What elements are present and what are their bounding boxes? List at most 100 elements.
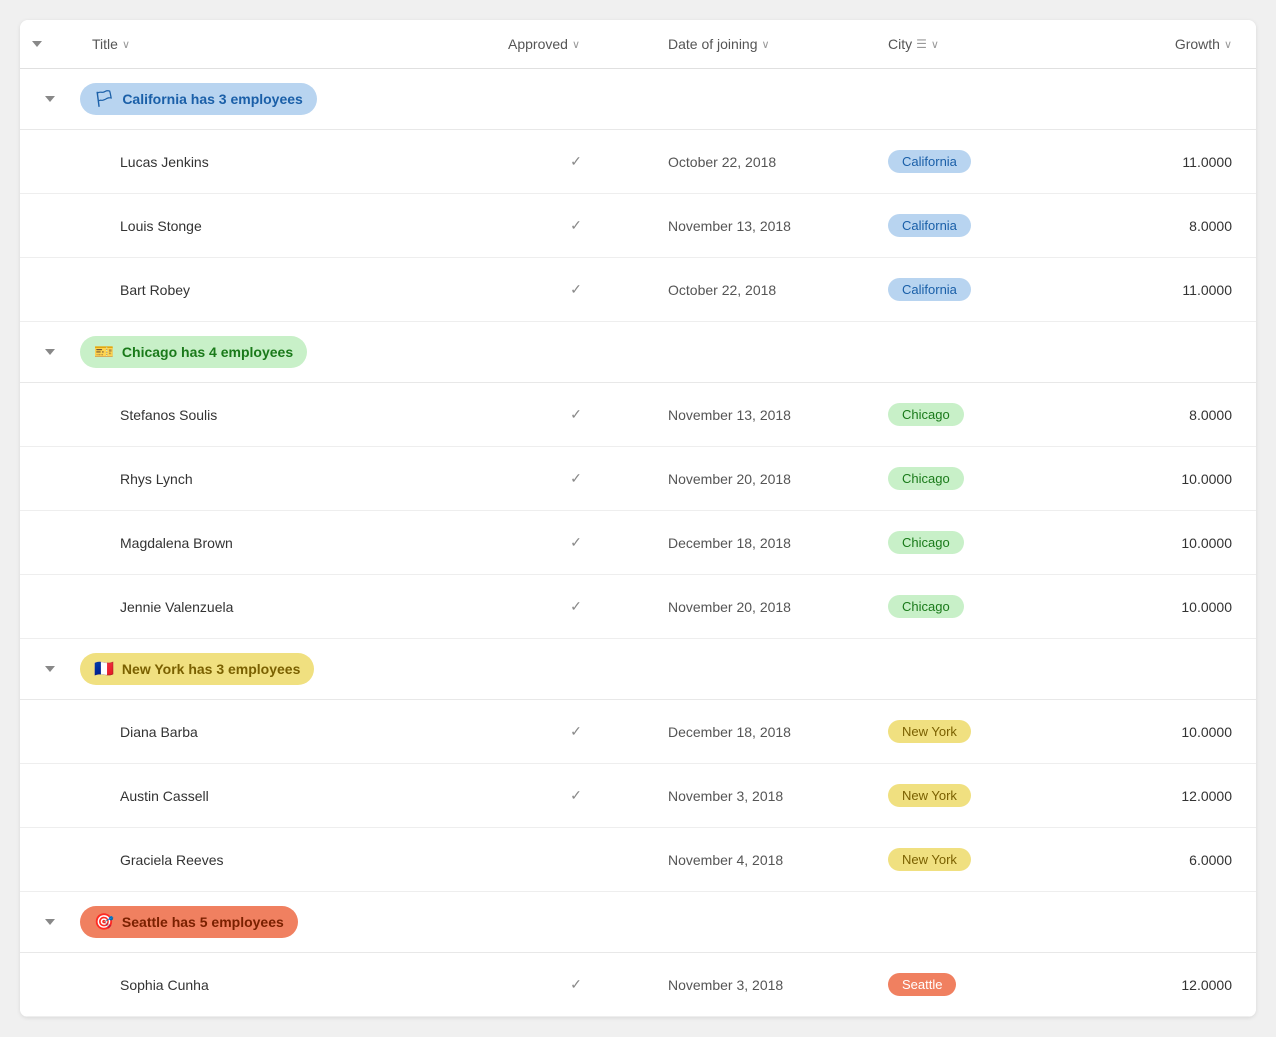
table-row: Jennie Valenzuela✓November 20, 2018Chica… bbox=[20, 575, 1256, 639]
group-toggle-new-york[interactable] bbox=[20, 666, 80, 672]
checkmark-icon: ✓ bbox=[570, 153, 582, 169]
growth-cell: 8.0000 bbox=[1076, 393, 1256, 437]
header-title-label: Title bbox=[92, 36, 118, 52]
header-city-label: City bbox=[888, 36, 912, 52]
city-badge: Chicago bbox=[888, 531, 964, 554]
city-cell: California bbox=[876, 200, 1076, 251]
checkmark-icon: ✓ bbox=[570, 598, 582, 614]
checkmark-icon: ✓ bbox=[570, 723, 582, 739]
date-cell: November 4, 2018 bbox=[656, 838, 876, 882]
date-sort-icon: ∨ bbox=[762, 38, 770, 51]
growth-cell: 6.0000 bbox=[1076, 838, 1256, 882]
group-label-chicago: Chicago has 4 employees bbox=[122, 344, 293, 360]
city-badge: Chicago bbox=[888, 403, 964, 426]
city-badge: New York bbox=[888, 784, 971, 807]
city-filter-icon: ☰ bbox=[916, 37, 927, 51]
growth-sort-icon: ∨ bbox=[1224, 38, 1232, 51]
city-cell: New York bbox=[876, 770, 1076, 821]
city-badge: Chicago bbox=[888, 467, 964, 490]
date-cell: November 13, 2018 bbox=[656, 393, 876, 437]
table-row: Louis Stonge✓November 13, 2018California… bbox=[20, 194, 1256, 258]
employee-name: Austin Cassell bbox=[80, 774, 496, 818]
table-row: Sophia Cunha✓November 3, 2018Seattle12.0… bbox=[20, 953, 1256, 1017]
header-growth-label: Growth bbox=[1175, 36, 1220, 52]
group-badge-cell-seattle: 🎯Seattle has 5 employees bbox=[80, 906, 1256, 938]
city-cell: New York bbox=[876, 706, 1076, 757]
date-cell: December 18, 2018 bbox=[656, 521, 876, 565]
table-row: Diana Barba✓December 18, 2018New York10.… bbox=[20, 700, 1256, 764]
growth-cell: 12.0000 bbox=[1076, 963, 1256, 1007]
header-growth[interactable]: Growth ∨ bbox=[1076, 20, 1256, 68]
group-badge-california[interactable]: 🏳 California has 3 employees bbox=[80, 83, 317, 115]
group-toggle-chicago[interactable] bbox=[20, 349, 80, 355]
group-row-new-york: 🇫🇷New York has 3 employees bbox=[20, 639, 1256, 700]
city-cell: California bbox=[876, 264, 1076, 315]
employee-name: Jennie Valenzuela bbox=[80, 585, 496, 629]
city-cell: California bbox=[876, 136, 1076, 187]
chevron-icon bbox=[45, 919, 55, 925]
city-badge: California bbox=[888, 214, 971, 237]
growth-cell: 10.0000 bbox=[1076, 521, 1256, 565]
header-date-label: Date of joining bbox=[668, 36, 758, 52]
checkmark-icon: ✓ bbox=[570, 281, 582, 297]
group-badge-cell-new-york: 🇫🇷New York has 3 employees bbox=[80, 653, 1256, 685]
city-cell: New York bbox=[876, 834, 1076, 885]
header-approved-label: Approved bbox=[508, 36, 568, 52]
header-city[interactable]: City ☰ ∨ bbox=[876, 20, 1076, 68]
table-body: 🏳 California has 3 employees Lucas Jenkins… bbox=[20, 69, 1256, 1017]
row-expand-cell bbox=[20, 276, 80, 304]
group-toggle-california[interactable] bbox=[20, 96, 80, 102]
group-row-chicago: 🎫 Chicago has 4 employees bbox=[20, 322, 1256, 383]
city-badge: Chicago bbox=[888, 595, 964, 618]
city-cell: Chicago bbox=[876, 453, 1076, 504]
group-flag-california: 🏳 bbox=[94, 89, 114, 109]
city-badge: New York bbox=[888, 720, 971, 743]
approved-cell: ✓ bbox=[496, 962, 656, 1008]
approved-cell bbox=[496, 846, 656, 874]
group-toggle-seattle[interactable] bbox=[20, 919, 80, 925]
row-expand-cell bbox=[20, 212, 80, 240]
row-expand-cell bbox=[20, 593, 80, 621]
header-title[interactable]: Title ∨ bbox=[80, 20, 496, 68]
header-approved[interactable]: Approved ∨ bbox=[496, 20, 656, 68]
group-badge-seattle[interactable]: 🎯Seattle has 5 employees bbox=[80, 906, 298, 938]
employee-name: Rhys Lynch bbox=[80, 457, 496, 501]
growth-cell: 11.0000 bbox=[1076, 268, 1256, 312]
group-label-seattle: Seattle has 5 employees bbox=[122, 914, 284, 930]
row-expand-cell bbox=[20, 846, 80, 874]
chevron-icon bbox=[45, 666, 55, 672]
group-flag-chicago: 🎫 bbox=[94, 342, 114, 362]
group-badge-new-york[interactable]: 🇫🇷New York has 3 employees bbox=[80, 653, 314, 685]
approved-cell: ✓ bbox=[496, 709, 656, 755]
employee-name: Bart Robey bbox=[80, 268, 496, 312]
date-cell: October 22, 2018 bbox=[656, 268, 876, 312]
growth-cell: 10.0000 bbox=[1076, 457, 1256, 501]
table-row: Magdalena Brown✓December 18, 2018Chicago… bbox=[20, 511, 1256, 575]
growth-cell: 10.0000 bbox=[1076, 585, 1256, 629]
group-badge-chicago[interactable]: 🎫 Chicago has 4 employees bbox=[80, 336, 307, 368]
header-expand[interactable] bbox=[20, 20, 80, 68]
table-row: Lucas Jenkins✓October 22, 2018California… bbox=[20, 130, 1256, 194]
growth-cell: 11.0000 bbox=[1076, 140, 1256, 184]
city-badge: California bbox=[888, 278, 971, 301]
approved-cell: ✓ bbox=[496, 456, 656, 502]
group-label-new-york: New York has 3 employees bbox=[122, 661, 300, 677]
growth-cell: 12.0000 bbox=[1076, 774, 1256, 818]
header-date[interactable]: Date of joining ∨ bbox=[656, 20, 876, 68]
growth-cell: 10.0000 bbox=[1076, 710, 1256, 754]
checkmark-icon: ✓ bbox=[570, 787, 582, 803]
approved-cell: ✓ bbox=[496, 584, 656, 630]
group-row-seattle: 🎯Seattle has 5 employees bbox=[20, 892, 1256, 953]
approved-cell: ✓ bbox=[496, 773, 656, 819]
table-row: Rhys Lynch✓November 20, 2018Chicago10.00… bbox=[20, 447, 1256, 511]
checkmark-icon: ✓ bbox=[570, 406, 582, 422]
date-cell: November 3, 2018 bbox=[656, 963, 876, 1007]
group-badge-cell-chicago: 🎫 Chicago has 4 employees bbox=[80, 336, 1256, 368]
table-row: Austin Cassell✓November 3, 2018New York1… bbox=[20, 764, 1256, 828]
row-expand-cell bbox=[20, 401, 80, 429]
city-sort-icon: ∨ bbox=[931, 38, 939, 51]
city-cell: Seattle bbox=[876, 959, 1076, 1010]
employee-name: Sophia Cunha bbox=[80, 963, 496, 1007]
employee-name: Stefanos Soulis bbox=[80, 393, 496, 437]
group-label-california: California has 3 employees bbox=[122, 91, 303, 107]
